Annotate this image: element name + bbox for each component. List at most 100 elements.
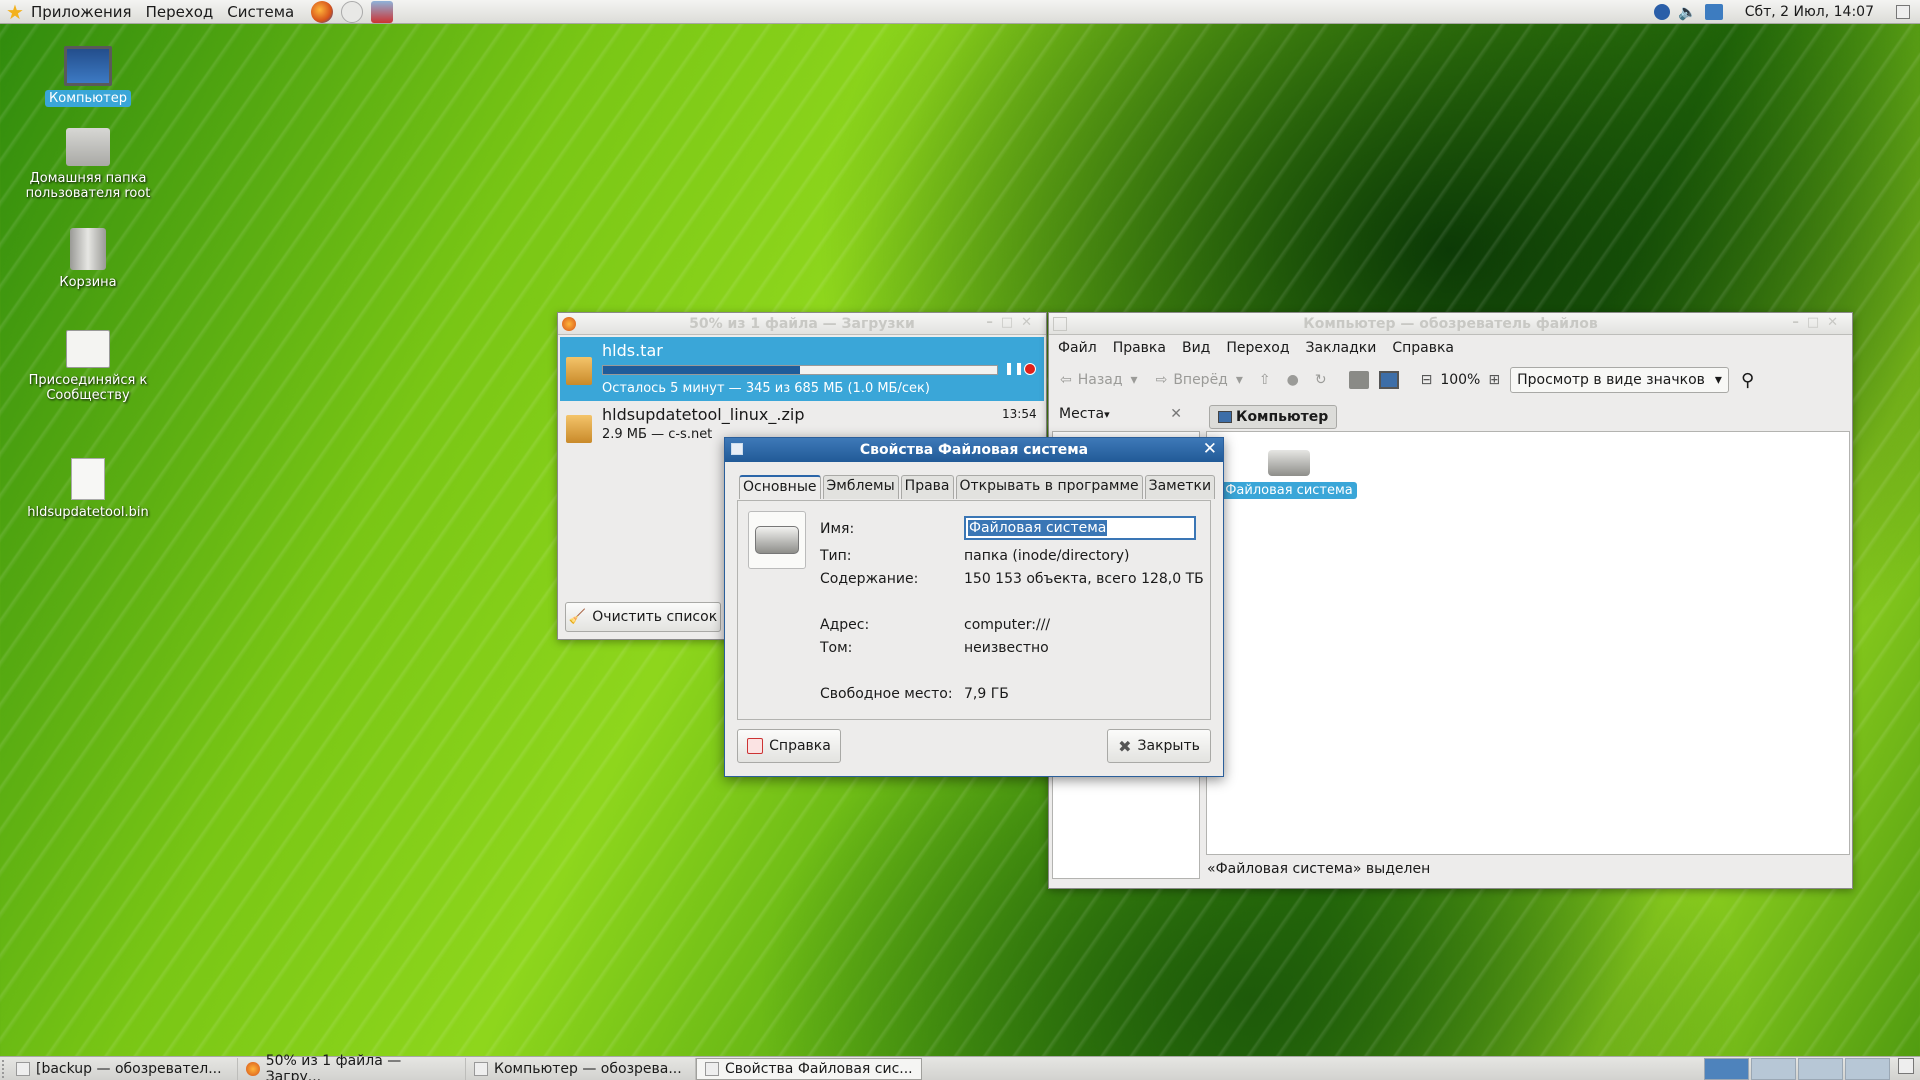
close-icon[interactable]: ✕ bbox=[1203, 439, 1217, 459]
menu-edit[interactable]: Правка bbox=[1105, 340, 1174, 356]
window-icon bbox=[474, 1061, 488, 1076]
type-value: папка (inode/directory) bbox=[964, 548, 1130, 564]
menu-file[interactable]: Файл bbox=[1050, 340, 1105, 356]
desktop-icon-trash[interactable]: Корзина bbox=[8, 228, 168, 291]
firefox-launcher-icon[interactable] bbox=[311, 0, 334, 23]
menu-view[interactable]: Вид bbox=[1174, 340, 1218, 356]
tab-basic[interactable]: Основные bbox=[739, 475, 821, 499]
help-icon bbox=[747, 738, 764, 754]
menu-places[interactable]: Переход bbox=[139, 3, 221, 21]
computer-icon bbox=[1218, 411, 1232, 423]
forward-arrow-icon[interactable]: ⇨ bbox=[1156, 372, 1168, 388]
cancel-icon[interactable] bbox=[1024, 363, 1036, 375]
task-properties[interactable]: Свойства Файловая сис... bbox=[696, 1057, 922, 1080]
zoom-in-icon[interactable]: ⊞ bbox=[1488, 372, 1500, 388]
forward-history-icon[interactable]: ▾ bbox=[1236, 372, 1243, 388]
up-icon[interactable]: ⇧ bbox=[1259, 372, 1271, 388]
desktop-icon-hldsupdatetool[interactable]: hldsupdatetool.bin bbox=[8, 458, 168, 521]
window-icon bbox=[705, 1061, 719, 1076]
desktop-icon-computer[interactable]: Компьютер bbox=[8, 46, 168, 107]
file-manager-titlebar[interactable]: Компьютер — обозреватель файлов –□✕ bbox=[1049, 313, 1852, 335]
task-file-manager[interactable]: Компьютер — обозрева... bbox=[466, 1057, 696, 1080]
dialog-tabs: Основные Эмблемы Права Открывать в прогр… bbox=[739, 475, 1216, 499]
type-label: Тип: bbox=[820, 548, 852, 564]
workspace-2[interactable] bbox=[1751, 1057, 1796, 1080]
workspace-4[interactable] bbox=[1845, 1057, 1890, 1080]
close-button[interactable]: ✖ Закрыть bbox=[1107, 729, 1211, 763]
zoom-out-icon[interactable]: ⊟ bbox=[1421, 372, 1433, 388]
update-icon[interactable] bbox=[1654, 4, 1671, 20]
name-label: Имя: bbox=[820, 521, 855, 537]
menu-applications[interactable]: Приложения bbox=[24, 3, 139, 21]
volume-icon[interactable]: 🔈 bbox=[1678, 3, 1697, 21]
contents-value: 150 153 объекта, всего 128,0 ТБ bbox=[964, 571, 1204, 587]
forward-button[interactable]: Вперёд bbox=[1173, 372, 1228, 388]
volume-value: неизвестно bbox=[964, 640, 1049, 656]
downloads-titlebar[interactable]: 50% из 1 файла — Загрузки –□✕ bbox=[558, 313, 1046, 335]
remote-desktop-launcher-icon[interactable] bbox=[371, 0, 394, 23]
download-item-hlds-tar[interactable]: hlds.tar ❚❚ Осталось 5 минут — 345 из 68… bbox=[560, 337, 1044, 401]
workspace-1[interactable] bbox=[1704, 1057, 1749, 1080]
window-controls[interactable]: –□✕ bbox=[1792, 315, 1846, 330]
task-backup[interactable]: [backup — обозревател... bbox=[8, 1057, 238, 1080]
pause-icon[interactable]: ❚❚ bbox=[1004, 361, 1024, 375]
name-selection: Файловая система bbox=[968, 520, 1108, 536]
clock[interactable]: Сбт, 2 Июл, 14:07 bbox=[1745, 4, 1874, 20]
task-downloads[interactable]: 50% из 1 файла — Загру... bbox=[238, 1053, 466, 1080]
system-tray: 🔈 Сбт, 2 Июл, 14:07 bbox=[1654, 0, 1920, 24]
tab-notes[interactable]: Заметки bbox=[1144, 475, 1216, 499]
trash-applet-icon[interactable] bbox=[1898, 1057, 1914, 1074]
places-dropdown[interactable]: Места bbox=[1059, 406, 1104, 422]
search-icon[interactable]: ⚲ bbox=[1741, 370, 1754, 391]
close-sidebar-icon[interactable]: ✕ bbox=[1170, 406, 1182, 422]
status-bar: «Файловая система» выделен bbox=[1207, 861, 1431, 877]
tab-permissions[interactable]: Права bbox=[900, 475, 954, 499]
menu-help[interactable]: Справка bbox=[1384, 340, 1462, 356]
view-mode-select[interactable]: Просмотр в виде значков ▾ bbox=[1510, 367, 1729, 393]
applications-star-icon[interactable]: ★ bbox=[6, 0, 24, 24]
home-icon[interactable] bbox=[1348, 371, 1369, 389]
download-progress-bar bbox=[602, 365, 998, 375]
back-button[interactable]: Назад bbox=[1078, 372, 1123, 388]
desktop-icon-community[interactable]: Присоединяйся к Сообществу bbox=[8, 330, 168, 404]
tab-open-with[interactable]: Открывать в программе bbox=[955, 475, 1143, 499]
free-space-label: Свободное место: bbox=[820, 686, 953, 702]
show-desktop-icon[interactable] bbox=[1896, 5, 1910, 19]
workspace-3[interactable] bbox=[1798, 1057, 1843, 1080]
bottom-panel: [backup — обозревател... 50% из 1 файла … bbox=[0, 1053, 1920, 1080]
free-space-value: 7,9 ГБ bbox=[964, 686, 1009, 702]
drive-icon[interactable] bbox=[748, 511, 806, 569]
file-icon bbox=[71, 458, 105, 500]
tab-emblems[interactable]: Эмблемы bbox=[822, 475, 899, 499]
stop-icon[interactable]: ● bbox=[1287, 372, 1299, 388]
help-button[interactable]: Справка bbox=[737, 729, 841, 763]
mail-launcher-icon[interactable] bbox=[341, 0, 364, 23]
icon-view[interactable]: Файловая система bbox=[1206, 431, 1850, 855]
archive-icon bbox=[566, 415, 592, 443]
desktop-icon-home[interactable]: Домашняя папка пользователя root bbox=[8, 128, 168, 202]
menu-go[interactable]: Переход bbox=[1218, 340, 1297, 356]
chevron-down-icon[interactable]: ▾ bbox=[1104, 408, 1110, 421]
location-button[interactable]: Компьютер bbox=[1209, 405, 1338, 429]
address-label: Адрес: bbox=[820, 617, 870, 633]
menu-system[interactable]: Система bbox=[220, 3, 301, 21]
window-controls[interactable]: –□✕ bbox=[986, 315, 1040, 330]
archive-icon bbox=[566, 357, 592, 385]
window-menu-icon[interactable] bbox=[1053, 317, 1067, 331]
reload-icon[interactable]: ↻ bbox=[1315, 372, 1327, 388]
menu-bookmarks[interactable]: Закладки bbox=[1298, 340, 1385, 356]
network-icon[interactable] bbox=[1704, 4, 1723, 20]
workspace-switcher bbox=[1704, 1057, 1914, 1080]
back-history-icon[interactable]: ▾ bbox=[1131, 372, 1138, 388]
filesystem-item[interactable]: Файловая система bbox=[1219, 450, 1359, 499]
dialog-titlebar[interactable]: Свойства Файловая система ✕ bbox=[725, 438, 1223, 462]
chevron-down-icon: ▾ bbox=[1714, 372, 1722, 388]
trash-icon bbox=[70, 228, 106, 270]
computer-icon[interactable] bbox=[1378, 371, 1399, 389]
back-arrow-icon[interactable]: ⇦ bbox=[1060, 372, 1072, 388]
close-icon: ✖ bbox=[1118, 736, 1132, 756]
zoom-level: 100% bbox=[1440, 372, 1481, 388]
window-menu-icon[interactable] bbox=[731, 443, 743, 455]
clear-list-button[interactable]: 🧹 Очистить список bbox=[565, 602, 721, 632]
computer-icon bbox=[64, 46, 112, 86]
